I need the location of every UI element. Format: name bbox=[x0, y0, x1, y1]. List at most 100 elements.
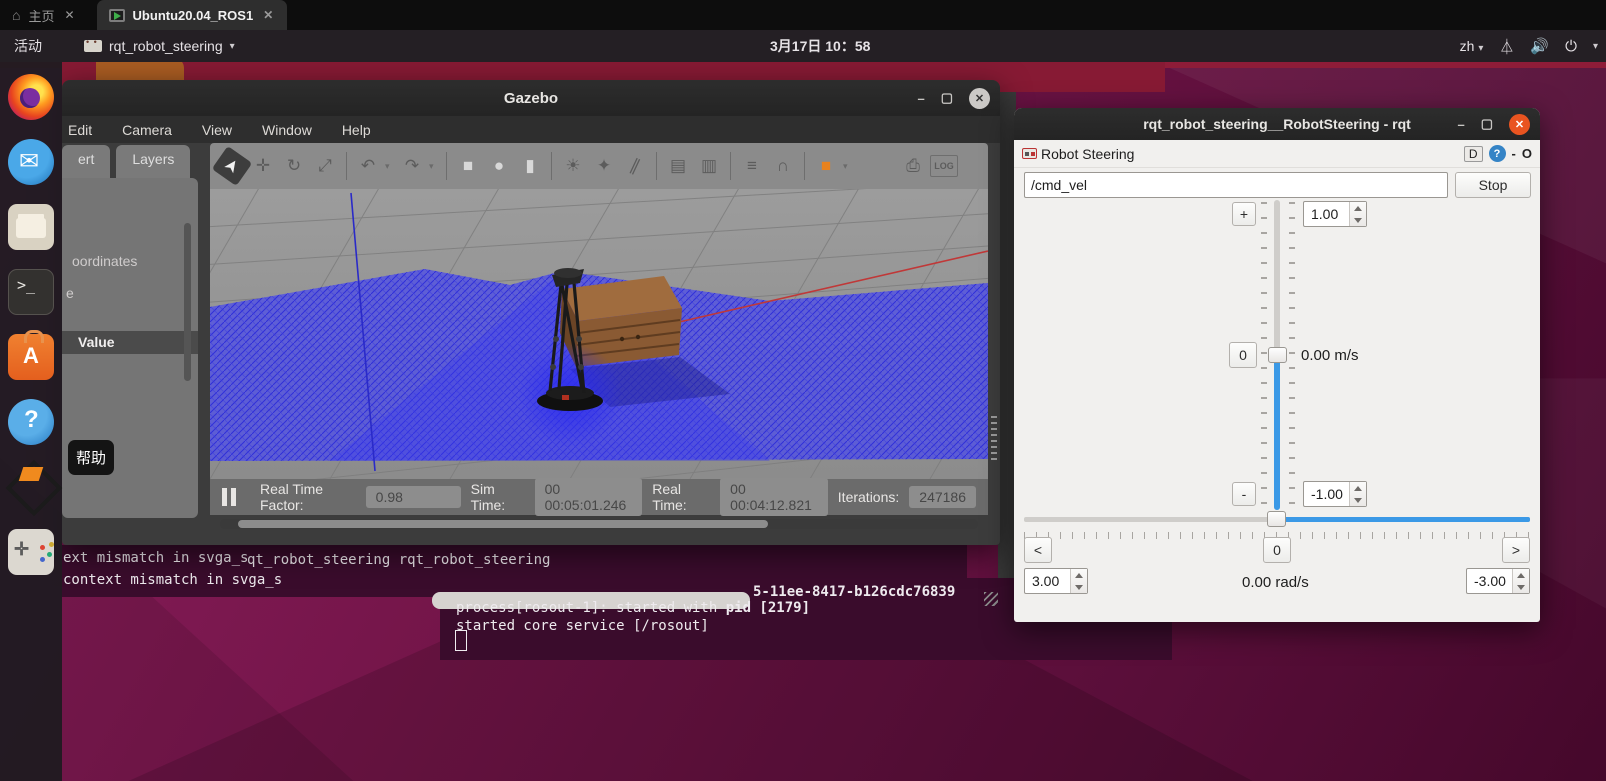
panel-splitter[interactable] bbox=[988, 206, 1000, 608]
tab-home[interactable]: ⌂ 主页 ✕ bbox=[0, 0, 89, 30]
gazebo-titlebar[interactable]: Gazebo – ▢ ✕ bbox=[62, 80, 1000, 116]
menu-camera[interactable]: Camera bbox=[122, 122, 172, 138]
paste-icon[interactable]: ▥ bbox=[695, 151, 723, 181]
network-icon[interactable]: ⏃ bbox=[1499, 36, 1514, 57]
linear-slider-handle[interactable] bbox=[1268, 347, 1287, 363]
spin-down-icon[interactable] bbox=[1513, 581, 1529, 593]
plugin-header: Robot Steering D ? - O bbox=[1014, 140, 1540, 168]
close-tab-icon[interactable]: ✕ bbox=[62, 8, 76, 22]
minimize-button[interactable]: – bbox=[1457, 117, 1464, 132]
menu-view[interactable]: View bbox=[202, 122, 232, 138]
linear-min-spinbox[interactable]: -1.00 bbox=[1303, 481, 1367, 507]
select-tool-icon[interactable]: ➤ bbox=[212, 146, 253, 186]
terminal-icon[interactable] bbox=[8, 269, 54, 315]
insert-box-icon[interactable]: ■ bbox=[454, 151, 482, 181]
angular-min-value[interactable]: -3.00 bbox=[1467, 569, 1512, 593]
undo-dropdown-icon[interactable]: ▾ bbox=[385, 161, 395, 172]
topic-input[interactable] bbox=[1024, 172, 1448, 198]
horizontal-scrollbar[interactable] bbox=[220, 519, 978, 529]
tree-item-fragment[interactable]: e bbox=[66, 285, 74, 301]
view-angle-icon[interactable]: ■ bbox=[812, 151, 840, 181]
linear-zero-button[interactable]: 0 bbox=[1229, 342, 1257, 368]
align-icon[interactable]: ≡ bbox=[738, 151, 766, 181]
spin-down-icon[interactable] bbox=[1350, 494, 1366, 506]
language-indicator[interactable]: zh ▾ bbox=[1460, 38, 1484, 54]
clock[interactable]: 3月17日 10：58 bbox=[770, 30, 870, 62]
directional-light-icon[interactable]: ∥ bbox=[616, 146, 654, 185]
menu-window[interactable]: Window bbox=[262, 122, 312, 138]
angular-right-button[interactable]: > bbox=[1502, 537, 1530, 563]
point-light-icon[interactable]: ☀ bbox=[559, 151, 587, 181]
spin-down-icon[interactable] bbox=[1350, 214, 1366, 226]
maximize-button[interactable]: ▢ bbox=[1481, 116, 1493, 132]
close-button[interactable]: ✕ bbox=[1509, 114, 1530, 135]
linear-decrease-button[interactable]: - bbox=[1232, 482, 1256, 506]
gazebo-app-icon[interactable] bbox=[8, 464, 54, 510]
copy-icon[interactable]: ▤ bbox=[664, 151, 692, 181]
app-menu[interactable]: rqt_robot_steering ▾ bbox=[84, 38, 235, 54]
pause-icon[interactable] bbox=[222, 488, 236, 506]
resize-grip-icon[interactable] bbox=[984, 592, 998, 606]
redo-dropdown-icon[interactable]: ▾ bbox=[429, 161, 439, 172]
spin-up-icon[interactable] bbox=[1071, 569, 1087, 581]
angular-slider-handle[interactable] bbox=[1267, 511, 1286, 527]
angular-left-button[interactable]: < bbox=[1024, 537, 1052, 563]
plugin-close-button[interactable]: O bbox=[1522, 146, 1532, 161]
view-angle-dropdown-icon[interactable]: ▾ bbox=[843, 161, 853, 172]
linear-max-value[interactable]: 1.00 bbox=[1304, 202, 1349, 226]
chevron-down-icon[interactable]: ▾ bbox=[1593, 41, 1598, 52]
rotate-tool-icon[interactable]: ↻ bbox=[280, 151, 308, 181]
maximize-button[interactable]: ▢ bbox=[941, 90, 953, 106]
scale-tool-icon[interactable]: ⤢ bbox=[311, 151, 339, 181]
ubuntu-software-icon[interactable] bbox=[8, 334, 54, 380]
angular-max-value[interactable]: 3.00 bbox=[1025, 569, 1070, 593]
menu-help[interactable]: Help bbox=[342, 122, 371, 138]
activities-button[interactable]: 活动 bbox=[0, 36, 56, 56]
redo-icon[interactable]: ↷ bbox=[398, 151, 426, 181]
close-button[interactable]: ✕ bbox=[969, 88, 990, 109]
splitter-handle-icon[interactable] bbox=[991, 416, 997, 462]
linear-max-spinbox[interactable]: 1.00 bbox=[1303, 201, 1367, 227]
rqt-titlebar[interactable]: rqt_robot_steering__RobotSteering - rqt … bbox=[1014, 108, 1540, 140]
tab-insert[interactable]: ert bbox=[62, 145, 110, 178]
tab-layers[interactable]: Layers bbox=[116, 145, 190, 178]
panel-scrollbar[interactable] bbox=[184, 223, 191, 381]
spot-light-icon[interactable]: ✦ bbox=[590, 151, 618, 181]
spin-up-icon[interactable] bbox=[1513, 569, 1529, 581]
help-icon[interactable]: ? bbox=[1489, 145, 1506, 162]
close-tab-icon[interactable]: ✕ bbox=[261, 8, 275, 22]
minimize-button[interactable]: – bbox=[917, 91, 924, 106]
insert-cylinder-icon[interactable]: ▮ bbox=[516, 151, 544, 181]
insert-sphere-icon[interactable]: ● bbox=[485, 151, 513, 181]
angular-min-spinbox[interactable]: -3.00 bbox=[1466, 568, 1530, 594]
tree-item-coordinates[interactable]: oordinates bbox=[72, 253, 137, 269]
undo-icon[interactable]: ↶ bbox=[354, 151, 382, 181]
dock-button[interactable]: D bbox=[1464, 146, 1483, 162]
plugin-minimize-button[interactable]: - bbox=[1512, 146, 1516, 161]
firefox-icon[interactable] bbox=[8, 74, 54, 120]
power-icon[interactable]: ⏻ bbox=[1565, 38, 1577, 55]
angular-max-spinbox[interactable]: 3.00 bbox=[1024, 568, 1088, 594]
scrollbar-thumb[interactable] bbox=[238, 520, 768, 528]
snap-icon[interactable]: ∩ bbox=[769, 151, 797, 181]
rqt-gamepad-icon[interactable] bbox=[8, 529, 54, 575]
screenshot-icon[interactable]: ⎙ bbox=[899, 151, 927, 181]
thunderbird-icon[interactable] bbox=[8, 139, 54, 185]
translate-tool-icon[interactable]: ✛ bbox=[249, 151, 277, 181]
linear-min-value[interactable]: -1.00 bbox=[1304, 482, 1349, 506]
help-app-icon[interactable] bbox=[8, 399, 54, 445]
angular-zero-button[interactable]: 0 bbox=[1263, 537, 1291, 563]
spin-up-icon[interactable] bbox=[1350, 482, 1366, 494]
log-record-icon[interactable]: LOG bbox=[930, 155, 958, 177]
gazebo-3d-viewport[interactable] bbox=[210, 189, 988, 479]
terminal-line: started core service [/rosout] bbox=[456, 618, 709, 634]
volume-icon[interactable]: 🔊 bbox=[1530, 37, 1549, 55]
stop-button[interactable]: Stop bbox=[1455, 172, 1531, 198]
spin-up-icon[interactable] bbox=[1350, 202, 1366, 214]
system-status-area[interactable]: zh ▾ ⏃ 🔊 ⏻ ▾ bbox=[1460, 30, 1598, 62]
menu-edit[interactable]: Edit bbox=[68, 122, 92, 138]
files-icon[interactable] bbox=[8, 204, 54, 250]
tab-ubuntu-vm[interactable]: Ubuntu20.04_ROS1 ✕ bbox=[97, 0, 288, 30]
spin-down-icon[interactable] bbox=[1071, 581, 1087, 593]
linear-increase-button[interactable]: + bbox=[1232, 202, 1256, 226]
